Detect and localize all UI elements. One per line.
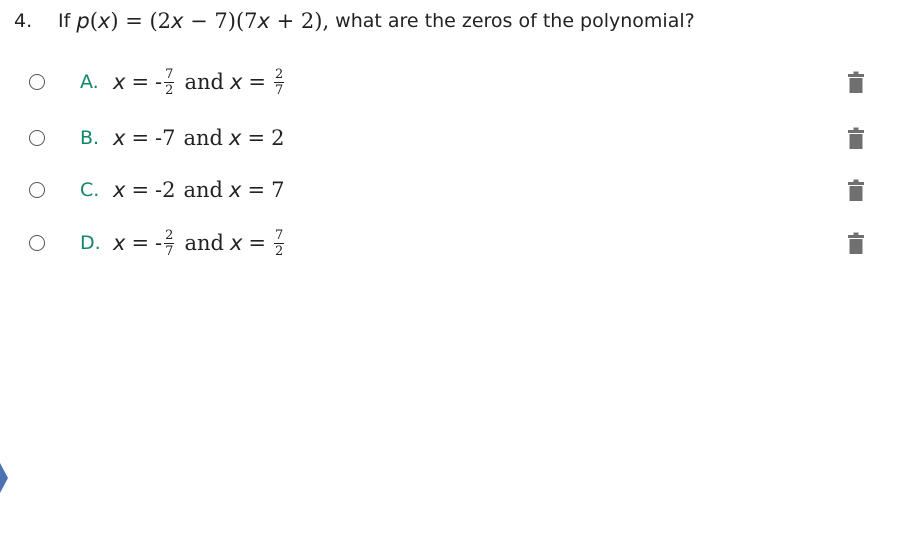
fraction: 72	[164, 66, 175, 98]
choice-letter: B.	[80, 127, 100, 149]
choice-math: x = -7 and x = 2	[113, 126, 285, 150]
question-page: 4. If p(x) = (2x − 7)(7x + 2), what are …	[0, 0, 914, 538]
question-tail: what are the zeros of the polynomial?	[335, 10, 695, 32]
question-number: 4.	[14, 10, 33, 32]
question-expression: p(x) = (2x − 7)(7x + 2),	[76, 9, 330, 33]
answer-choice-c[interactable]: C. x = -2 and x = 7	[0, 167, 914, 213]
answer-choice-b[interactable]: B. x = -7 and x = 2	[0, 115, 914, 161]
radio-button-icon[interactable]	[29, 235, 45, 251]
choice-math: x = - 27 and x = 72	[113, 227, 285, 259]
trash-icon[interactable]	[848, 179, 864, 201]
trash-icon[interactable]	[848, 71, 864, 93]
choice-math: x = - 72 and x = 27	[113, 66, 285, 98]
trash-icon[interactable]	[848, 127, 864, 149]
radio-button-icon[interactable]	[29, 182, 45, 198]
radio-button-icon[interactable]	[29, 74, 45, 90]
choice-math: x = -2 and x = 7	[113, 178, 285, 202]
radio-button-icon[interactable]	[29, 130, 45, 146]
choice-letter: D.	[80, 232, 101, 254]
answer-choice-a[interactable]: A. x = - 72 and x = 27	[0, 59, 914, 105]
question-text: 4. If p(x) = (2x − 7)(7x + 2), what are …	[14, 4, 695, 38]
trash-icon[interactable]	[848, 232, 864, 254]
fraction: 72	[273, 227, 285, 259]
choice-letter: A.	[80, 71, 99, 93]
fraction: 27	[273, 66, 285, 98]
fraction: 27	[164, 227, 175, 259]
question-prefix: If	[58, 10, 71, 32]
answer-choice-d[interactable]: D. x = - 27 and x = 72	[0, 220, 914, 266]
chevron-left-icon[interactable]	[0, 463, 8, 493]
choice-letter: C.	[80, 179, 100, 201]
